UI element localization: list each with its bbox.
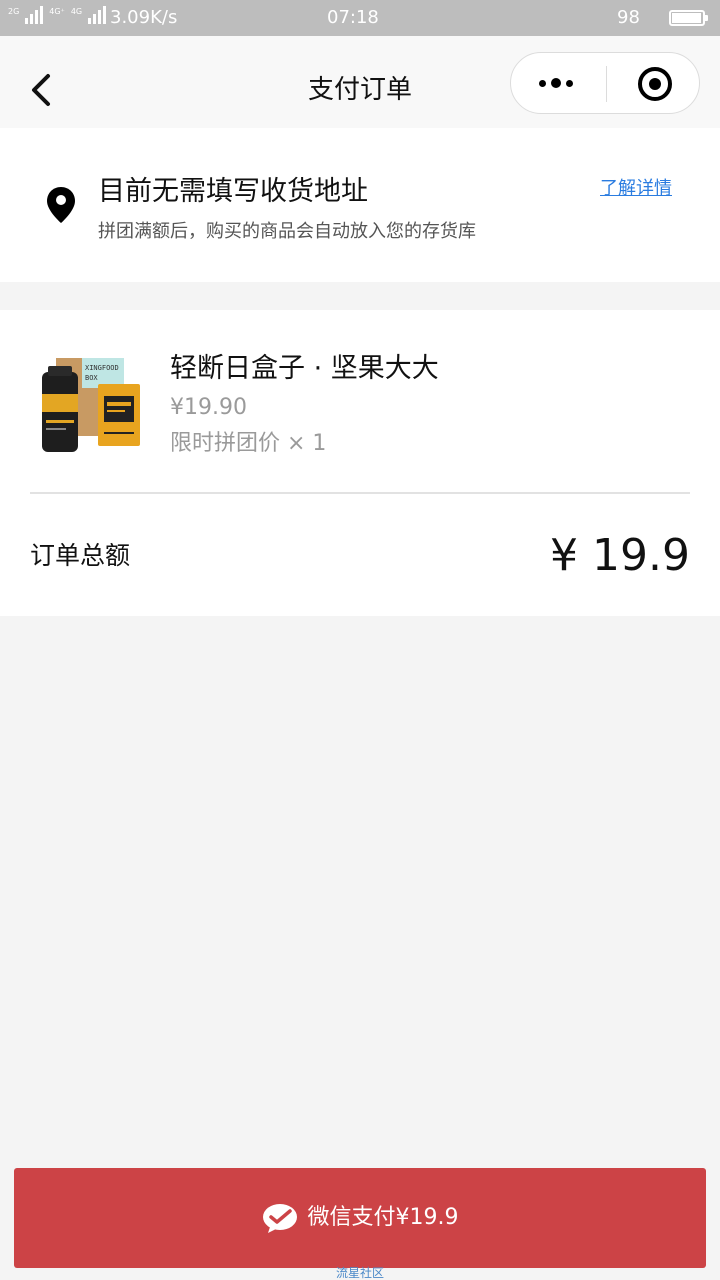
order-total-value: ¥ 19.9 [550, 530, 690, 581]
order-card: XINGFOOD BOX 轻断日盒子 · 坚果大大 ¥19.90 限时拼团价 ×… [0, 310, 720, 616]
close-miniprogram-button[interactable] [636, 65, 674, 103]
signal-strength-icon [88, 6, 107, 24]
divider [30, 492, 690, 494]
network-type-label: 4G⁺ [49, 7, 65, 16]
signal-strength-icon [25, 6, 44, 24]
more-dots-icon [539, 80, 546, 87]
capsule-divider [606, 66, 607, 102]
wechat-pay-icon [262, 1204, 297, 1233]
miniprogram-capsule [510, 52, 700, 114]
watermark-text: 流星社区 [335, 1266, 384, 1280]
target-close-icon [638, 67, 672, 101]
product-name: 轻断日盒子 · 坚果大大 [170, 353, 439, 384]
network-type-label: 4G [70, 7, 83, 16]
battery-icon [669, 10, 708, 26]
more-dots-icon [551, 78, 561, 88]
box-print-text: BOX [85, 374, 98, 382]
product-image: XINGFOOD BOX [42, 358, 140, 452]
battery-percent: 98 [617, 7, 640, 28]
clock: 07:18 [327, 7, 379, 28]
address-notice-subtitle: 拼团满额后，购买的商品会自动放入您的存货库 [98, 221, 476, 242]
learn-more-link[interactable]: 了解详情 [600, 176, 672, 202]
network-type-label: 2G [8, 7, 20, 16]
box-print-text: XINGFOOD [85, 364, 119, 372]
address-notice-title: 目前无需填写收货地址 [98, 176, 368, 207]
battery-level-fill [672, 13, 701, 23]
wechat-pay-label: 微信支付¥19.9 [307, 1205, 459, 1230]
location-pin-icon [47, 187, 75, 223]
wechat-pay-button[interactable]: 微信支付¥19.9 [14, 1168, 706, 1268]
order-total-label: 订单总额 [30, 541, 131, 570]
address-notice-card: 目前无需填写收货地址 拼团满额后，购买的商品会自动放入您的存货库 了解详情 [0, 128, 720, 282]
product-quantity: 限时拼团价 × 1 [170, 431, 327, 456]
status-bar: 2G 4G⁺ 4G 3.09K/s 07:18 98 [0, 0, 720, 36]
signal-indicators: 2G 4G⁺ 4G [8, 6, 107, 24]
product-price: ¥19.90 [170, 395, 247, 420]
network-speed: 3.09K/s [110, 7, 178, 28]
nav-bar: 支付订单 [0, 36, 720, 128]
more-menu-button[interactable] [535, 68, 585, 98]
more-dots-icon [566, 80, 573, 87]
